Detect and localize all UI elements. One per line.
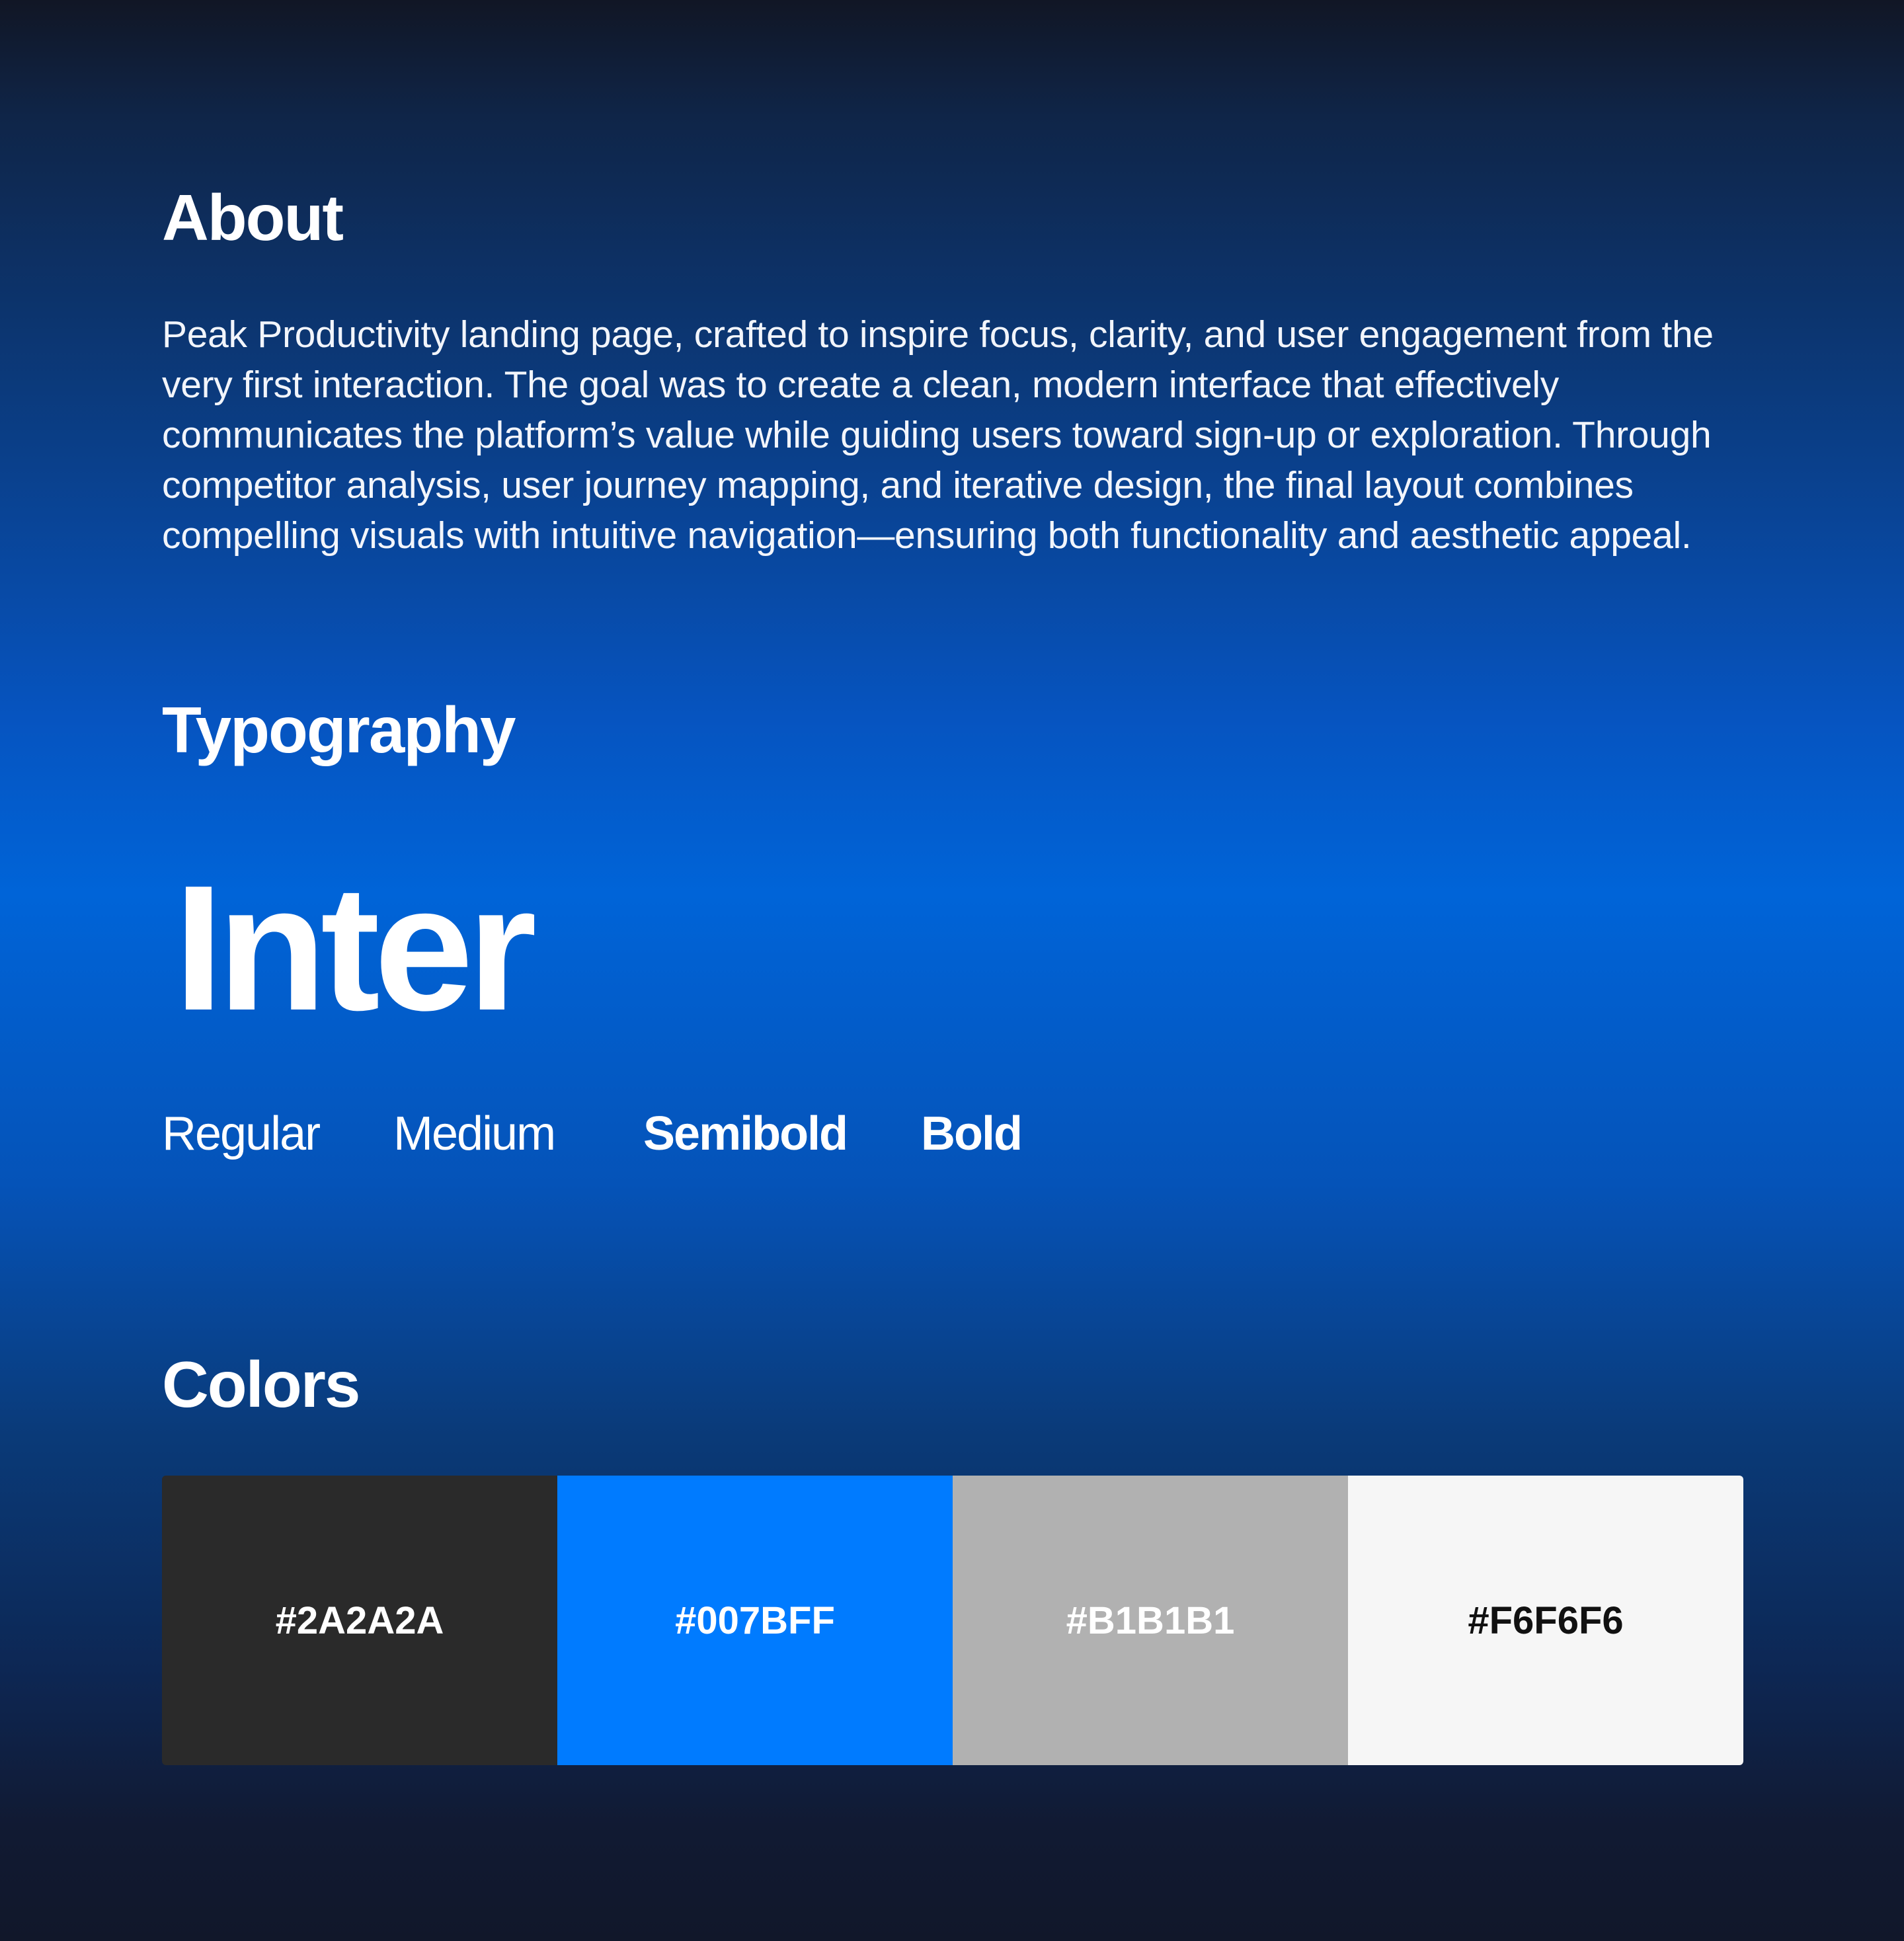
swatch-label: #2A2A2A xyxy=(275,1599,444,1642)
colors-heading: Colors xyxy=(162,1348,360,1421)
color-palette: #2A2A2A #007BFF #B1B1B1 #F6F6F6 xyxy=(162,1476,1743,1765)
weight-medium: Medium xyxy=(393,1107,556,1160)
about-description: Peak Productivity landing page, crafted … xyxy=(162,313,1714,557)
font-name-sample: Inter xyxy=(174,849,537,1048)
style-guide-page: About Peak Productivity landing page, cr… xyxy=(162,0,1743,1941)
about-heading: About xyxy=(162,181,344,254)
color-swatch-light: #F6F6F6 xyxy=(1348,1476,1743,1765)
weight-bold: Bold xyxy=(921,1107,1023,1160)
swatch-label: #F6F6F6 xyxy=(1468,1599,1624,1642)
weight-regular: Regular xyxy=(162,1107,321,1160)
typography-heading: Typography xyxy=(162,693,516,766)
swatch-label: #B1B1B1 xyxy=(1066,1599,1235,1642)
color-swatch-blue: #007BFF xyxy=(557,1476,953,1765)
color-swatch-gray: #B1B1B1 xyxy=(953,1476,1348,1765)
color-swatch-dark: #2A2A2A xyxy=(162,1476,557,1765)
weight-semibold: Semibold xyxy=(643,1107,848,1160)
swatch-label: #007BFF xyxy=(675,1599,835,1642)
